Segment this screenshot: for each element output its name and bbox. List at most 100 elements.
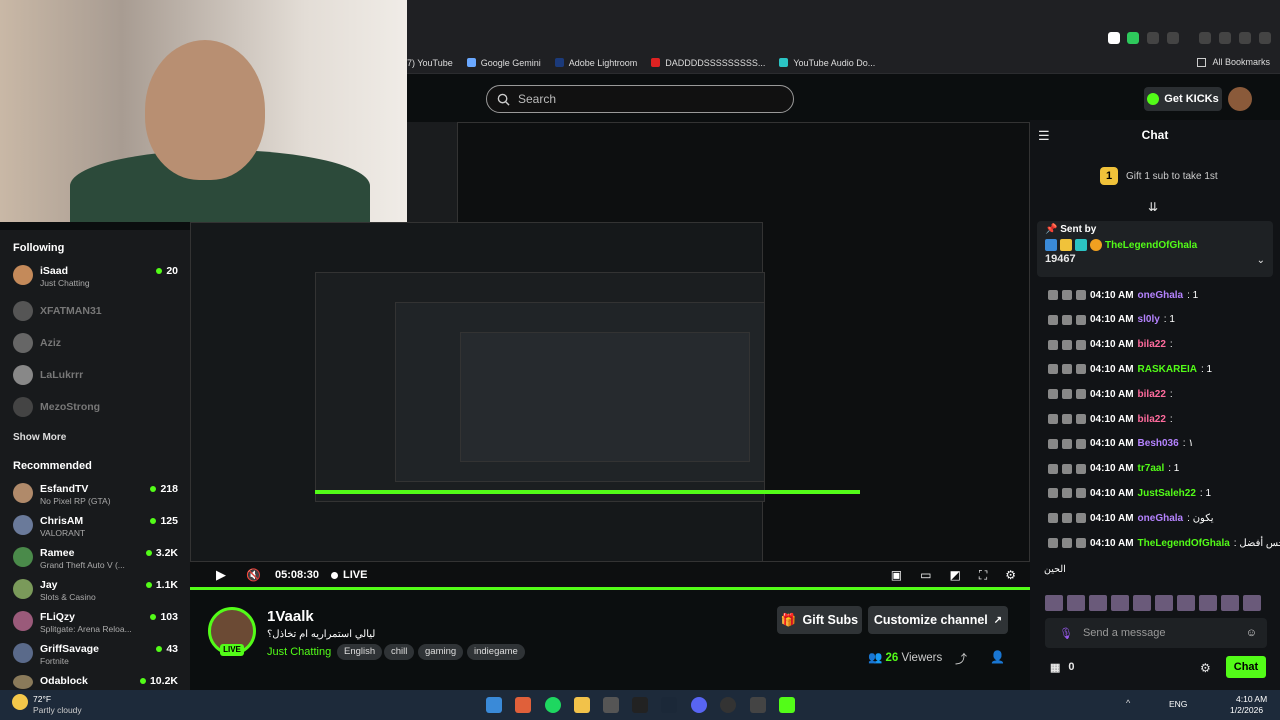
all-bookmarks[interactable]: All Bookmarks [1197,57,1270,67]
obs-icon[interactable] [720,697,736,713]
message-username[interactable]: RASKAREIA [1138,364,1197,375]
steam-icon[interactable] [661,697,677,713]
expand-icon[interactable]: ⌄ [1257,255,1265,266]
timeout-icon[interactable] [1062,314,1072,325]
kicks-balance[interactable]: ▦ 0 [1050,661,1075,674]
emote-icon[interactable] [1045,595,1063,611]
message-username[interactable]: oneGhala [1138,290,1184,301]
sidebar-item-jay[interactable]: Jay Slots & Casino 1.1K [13,576,178,604]
emote-icon[interactable] [1243,595,1261,611]
message-username[interactable]: JustSaleh22 [1138,488,1196,499]
tag-indiegame[interactable]: indiegame [467,644,525,660]
get-kicks-button[interactable]: Get KICKs [1144,87,1222,111]
ban-icon[interactable] [1076,463,1086,474]
delete-icon[interactable] [1048,414,1058,424]
message-username[interactable]: oneGhala [1138,513,1184,524]
chat-input[interactable]: 🎙 Send a message ☺ [1045,618,1267,648]
timeout-icon[interactable] [1062,513,1072,524]
chat-message[interactable]: 04:10 AM oneGhala: 1 [1048,285,1198,305]
sidebar-item-griffsavage[interactable]: GriffSavage Fortnite 43 [13,640,178,668]
discord-icon[interactable] [691,697,707,713]
emote-icon[interactable] [1133,595,1151,611]
clock-time[interactable]: 4:10 AM [1236,694,1267,704]
media-icon[interactable] [1167,32,1179,44]
ban-icon[interactable] [1076,513,1086,524]
timeout-icon[interactable] [1062,538,1072,548]
leaderboard-toggle-icon[interactable]: ⇊ [1148,200,1158,214]
sidebar-item-lalukrrr[interactable]: LaLukrrr [13,362,178,390]
sidebar-item-fliqzy[interactable]: FLiQzy Splitgate: Arena Reloa... 103 [13,608,178,636]
sidebar-item-xfatman31[interactable]: XFATMAN31 [13,298,178,326]
delete-icon[interactable] [1048,513,1058,524]
chat-message[interactable]: 04:10 AM oneGhala: يكون [1048,508,1214,528]
bookmark-lightroom[interactable]: Adobe Lightroom [554,58,637,68]
chat-message[interactable]: 04:10 AM sl0ly: 1 [1048,310,1175,330]
tray-chevron-icon[interactable]: ^ [1126,698,1130,708]
chat-message[interactable]: 04:10 AM bila22: [1048,384,1173,404]
chat-message[interactable]: 04:10 AM bila22: [1048,409,1173,429]
share-icon[interactable] [1219,32,1231,44]
kick-app-icon[interactable] [779,697,795,713]
chat-settings-icon[interactable]: ⚙ [1200,661,1211,675]
stream-category[interactable]: Just Chatting [267,646,331,658]
emote-icon[interactable] [1177,595,1195,611]
sidebar-item-mezostrong[interactable]: MezoStrong [13,394,178,422]
chat-message[interactable]: 04:10 AM RASKAREIA: 1 [1048,359,1212,379]
chat-message[interactable]: 04:10 AM TheLegendOfGhala: إني أحس أفضل [1048,533,1280,553]
menu-icon[interactable] [1259,32,1271,44]
delete-icon[interactable] [1048,290,1058,300]
ban-icon[interactable] [1076,414,1086,424]
delete-icon[interactable] [1048,339,1058,350]
ban-icon[interactable] [1076,538,1086,548]
gift-subs-button[interactable]: 🎁 Gift Subs [777,606,862,634]
ban-icon[interactable] [1076,364,1086,375]
emote-icon[interactable] [1067,595,1085,611]
message-username[interactable]: bila22 [1138,414,1166,425]
theater-icon[interactable]: ▭ [920,568,931,583]
tag-gaming[interactable]: gaming [418,644,464,660]
customize-channel-button[interactable]: Customize channel ↗ [868,606,1008,634]
bookmark-gemini[interactable]: Google Gemini [466,58,541,68]
bookmark-ytaudio[interactable]: YouTube Audio Do... [779,58,875,68]
timeout-icon[interactable] [1062,414,1072,424]
clip-icon[interactable]: ▣ [891,568,902,583]
bookmark-dadds[interactable]: DADDDDSSSSSSSSS... [651,58,765,68]
sidebar-item-ramee[interactable]: Ramee Grand Theft Auto V (... 3.2K [13,544,178,572]
delete-icon[interactable] [1048,389,1058,400]
emoji-icon[interactable]: ☺ [1246,627,1257,639]
delete-icon[interactable] [1048,463,1058,474]
delete-icon[interactable] [1048,538,1058,548]
sidebar-icon[interactable] [1239,32,1251,44]
emote-icon[interactable] [1089,595,1107,611]
ban-icon[interactable] [1076,339,1086,350]
share-icon[interactable]: ⤴ [955,650,967,667]
ban-icon[interactable] [1076,488,1086,499]
shield-icon[interactable] [1127,32,1139,44]
message-username[interactable]: Besh036 [1138,438,1179,449]
chat-message[interactable]: 04:10 AM Besh036: ١ [1048,434,1194,454]
weather-temp[interactable]: 72°F [33,694,51,704]
emote-icon[interactable] [1111,595,1129,611]
settings-icon[interactable] [750,697,766,713]
timeout-icon[interactable] [1062,438,1072,449]
ban-icon[interactable] [1076,438,1086,449]
fullscreen-icon[interactable]: ⛶ [979,568,987,583]
settings-icon[interactable]: ⚙ [1005,568,1016,583]
ban-icon[interactable] [1076,290,1086,300]
pinned-message[interactable]: 📌 Sent by TheLegendOfGhala 19467 ⌄ [1037,221,1273,277]
search-input[interactable]: Search [486,85,794,113]
gift-sub-prompt[interactable]: 1 Gift 1 sub to take 1st [1100,167,1218,185]
spotify-icon[interactable] [545,697,561,713]
channel-name[interactable]: 1Vaalk [267,608,314,625]
pip-icon[interactable]: ◩ [949,568,960,583]
ban-icon[interactable] [1076,314,1086,325]
start-icon[interactable] [486,697,502,713]
puzzle-icon[interactable] [1147,32,1159,44]
file-explorer-icon[interactable] [574,697,590,713]
microphone-icon[interactable]: 🎙 [1059,627,1073,640]
extension-icon[interactable] [1108,32,1120,44]
language-indicator[interactable]: ENG [1169,699,1187,709]
delete-icon[interactable] [1048,314,1058,325]
emote-icon[interactable] [1155,595,1173,611]
timeout-icon[interactable] [1062,488,1072,499]
